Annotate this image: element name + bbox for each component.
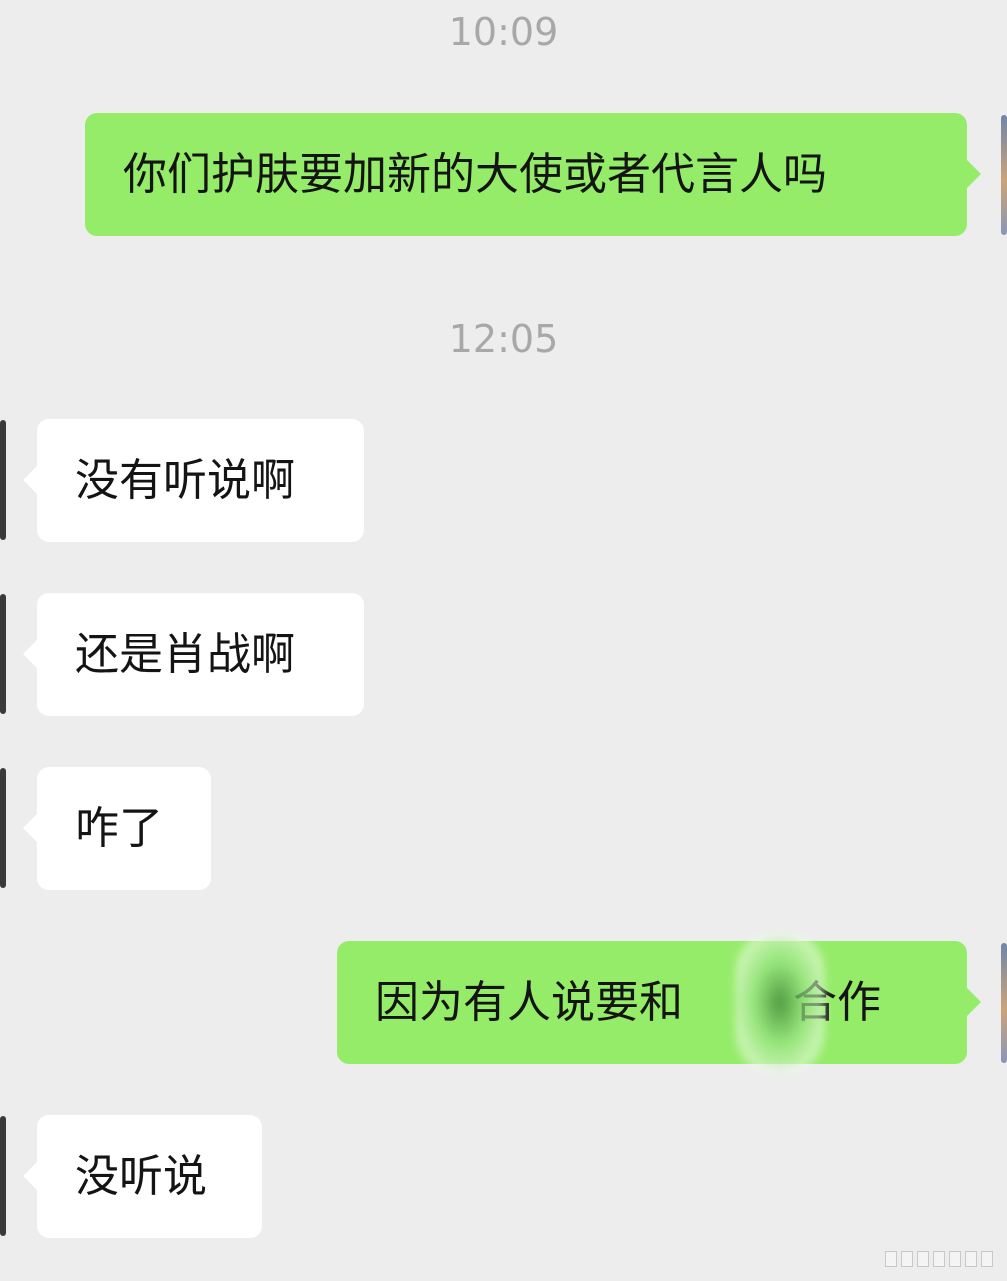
contact-avatar[interactable] [0, 1116, 6, 1236]
watermark [885, 1251, 993, 1267]
own-avatar[interactable] [1001, 115, 1007, 235]
message-text: 没听说 [75, 1151, 207, 1202]
message-text: 你们护肤要加新的大使或者代言人吗 [123, 149, 827, 200]
message-bubble-incoming[interactable]: 没听说 [23, 1115, 262, 1238]
message-text: 没有听说啊 [75, 455, 295, 506]
timestamp: 10:09 [448, 10, 559, 54]
timestamp: 12:05 [448, 317, 559, 361]
message-bubble-incoming[interactable]: 还是肖战啊 [23, 593, 364, 716]
contact-avatar[interactable] [0, 420, 6, 540]
message-bubble-outgoing[interactable]: 因为有人说要和 合作 [337, 941, 981, 1064]
message-bubble-incoming[interactable]: 没有听说啊 [23, 419, 364, 542]
message-text: 咋了 [75, 803, 163, 854]
redaction-blur [735, 930, 825, 1075]
message-text: 因为有人说要和 [375, 977, 683, 1028]
own-avatar[interactable] [1001, 943, 1007, 1063]
contact-avatar[interactable] [0, 594, 6, 714]
message-bubble-outgoing[interactable]: 你们护肤要加新的大使或者代言人吗 [85, 113, 981, 236]
message-text: 还是肖战啊 [75, 629, 295, 680]
contact-avatar[interactable] [0, 768, 6, 888]
message-bubble-incoming[interactable]: 咋了 [23, 767, 211, 890]
